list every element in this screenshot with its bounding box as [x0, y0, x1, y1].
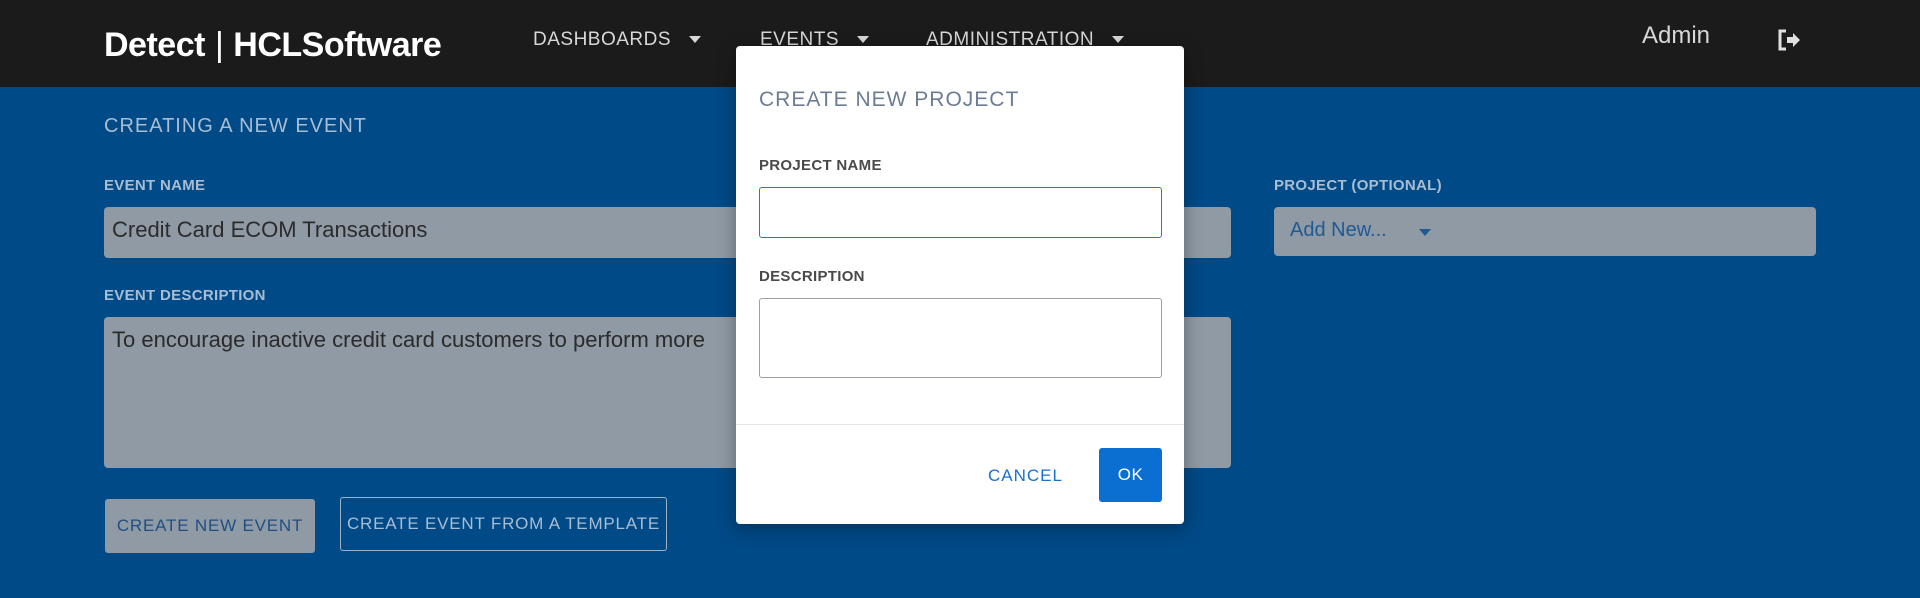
create-from-template-button[interactable]: CREATE EVENT FROM A TEMPLATE [340, 497, 667, 551]
create-project-dialog: CREATE NEW PROJECT PROJECT NAME DESCRIPT… [736, 46, 1184, 524]
logo-hclsoftware: HCLSoftware [233, 26, 442, 64]
nav-dashboards-label: DASHBOARDS [533, 29, 672, 50]
logout-icon[interactable] [1776, 27, 1802, 53]
project-label: PROJECT (OPTIONAL) [1274, 177, 1442, 194]
description-input[interactable] [759, 298, 1162, 378]
chevron-down-icon [689, 36, 702, 44]
logo-separator: | [214, 26, 224, 64]
user-menu[interactable]: Admin [1642, 22, 1710, 50]
description-label: DESCRIPTION [759, 268, 865, 285]
project-select-value: Add New... [1290, 219, 1387, 241]
event-description-label: EVENT DESCRIPTION [104, 287, 266, 304]
chevron-down-icon [1419, 229, 1431, 236]
logo-detect: Detect [104, 26, 205, 64]
cancel-button[interactable]: CANCEL [988, 466, 1063, 486]
nav-dashboards[interactable]: DASHBOARDS [533, 29, 702, 51]
create-new-event-button[interactable]: CREATE NEW EVENT [105, 499, 315, 553]
chevron-down-icon [1112, 36, 1125, 44]
dialog-divider [736, 424, 1184, 425]
project-name-input[interactable] [759, 187, 1162, 238]
project-select[interactable]: Add New... [1274, 207, 1816, 256]
page-title: CREATING A NEW EVENT [104, 115, 367, 137]
ok-button[interactable]: OK [1099, 448, 1162, 502]
dialog-title: CREATE NEW PROJECT [759, 88, 1020, 111]
project-name-label: PROJECT NAME [759, 157, 882, 174]
chevron-down-icon [857, 36, 870, 44]
event-name-label: EVENT NAME [104, 177, 206, 194]
brand-logo[interactable]: Detect | HCLSoftware [104, 26, 442, 65]
